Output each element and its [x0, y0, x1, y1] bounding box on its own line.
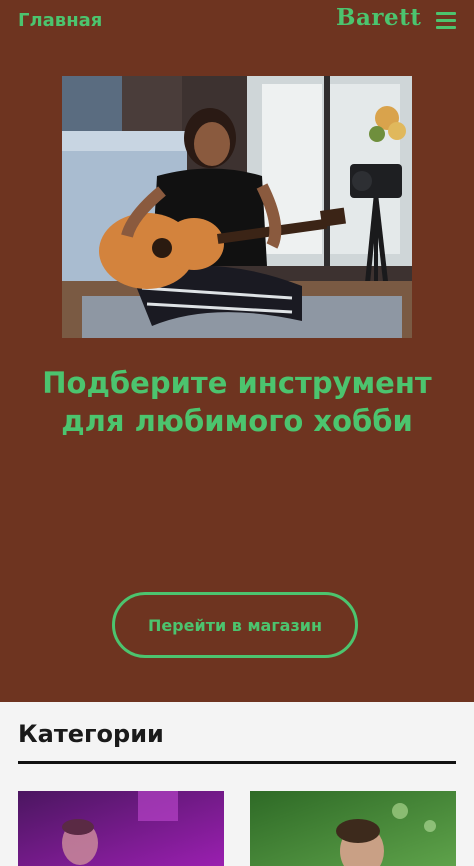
categories-section: Категории: [0, 702, 474, 866]
headline-line-1: Подберите инструмент: [42, 366, 432, 400]
menu-line: [436, 19, 456, 22]
guitar-player-photo: [62, 76, 412, 338]
category-card-portrait[interactable]: [250, 791, 456, 866]
brand-logo[interactable]: Barett: [336, 4, 421, 31]
hero-section: Главная Barett Подберите инструмент для …: [0, 0, 474, 702]
categories-divider: [18, 761, 456, 764]
go-to-shop-button[interactable]: Перейти в магазин: [112, 592, 358, 658]
outdoor-portrait-photo: [250, 791, 456, 866]
headline-line-2: для любимого хобби: [61, 404, 413, 438]
nav-home-link[interactable]: Главная: [18, 10, 102, 31]
category-card-concert[interactable]: [18, 791, 224, 866]
categories-title: Категории: [18, 720, 164, 748]
top-bar: Главная Barett: [0, 0, 474, 42]
menu-line: [436, 12, 456, 15]
hero-headline: Подберите инструмент для любимого хобби: [0, 364, 474, 440]
concert-performer-photo: [18, 791, 224, 866]
menu-line: [436, 26, 456, 29]
hamburger-menu-icon[interactable]: [436, 12, 456, 30]
photo-illustration: [62, 76, 412, 338]
